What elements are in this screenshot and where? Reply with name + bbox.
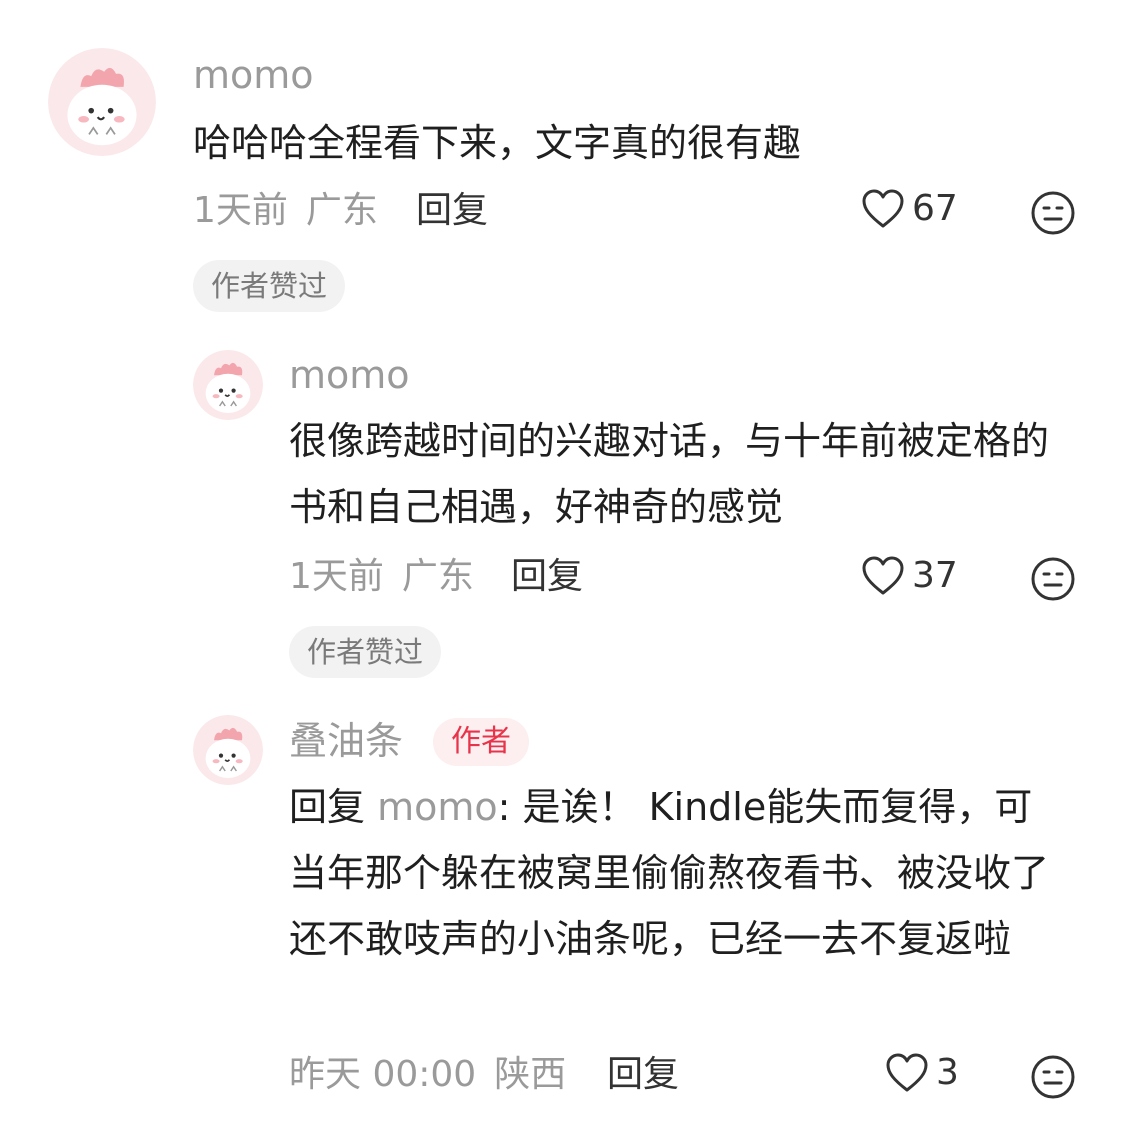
- author-tag: 作者: [433, 718, 529, 766]
- avatar[interactable]: [193, 715, 263, 785]
- like-button[interactable]: 67: [860, 188, 958, 230]
- reply-button[interactable]: 回复: [511, 559, 583, 595]
- neutral-face-icon: [1030, 1054, 1076, 1100]
- reply-button[interactable]: 回复: [607, 1057, 679, 1093]
- heart-outline-icon: [860, 555, 906, 597]
- comment-text: 很像跨越时间的兴趣对话，与十年前被定格的书和自己相遇，好神奇的感觉: [289, 419, 1050, 529]
- comment-time: 1天前: [289, 556, 384, 597]
- like-count: 3: [936, 1052, 959, 1093]
- author-liked-badge: 作者赞过: [193, 260, 346, 312]
- username[interactable]: momo: [289, 356, 410, 394]
- username[interactable]: momo: [193, 56, 314, 94]
- comment-meta: 1天前 广东: [193, 193, 378, 229]
- comment-text: 哈哈哈全程看下来，文字真的很有趣: [193, 121, 802, 165]
- comment-meta: 昨天 00:00 陕西: [289, 1057, 566, 1093]
- neutral-face-icon: [1030, 190, 1076, 236]
- author-liked-badge: 作者赞过: [289, 626, 442, 678]
- dislike-button[interactable]: [1030, 190, 1076, 236]
- reply-button[interactable]: 回复: [416, 193, 488, 229]
- comment-location: 广东: [401, 556, 474, 597]
- dislike-button[interactable]: [1030, 1054, 1076, 1100]
- like-button[interactable]: 3: [884, 1052, 959, 1094]
- like-button[interactable]: 37: [860, 555, 958, 597]
- like-count: 37: [912, 555, 958, 596]
- dislike-button[interactable]: [1030, 556, 1076, 602]
- heart-outline-icon: [860, 188, 906, 230]
- username[interactable]: 叠油条: [289, 722, 403, 760]
- comment-time: 1天前: [193, 190, 288, 231]
- comment-time: 昨天 00:00: [289, 1054, 477, 1095]
- avatar[interactable]: [193, 350, 263, 420]
- heart-outline-icon: [884, 1052, 930, 1094]
- comment-text: 回复 momo: 是诶！ Kindle能失而复得，可当年那个躲在被窝里偷偷熬夜看…: [289, 774, 1069, 972]
- like-count: 67: [912, 188, 958, 229]
- neutral-face-icon: [1030, 556, 1076, 602]
- comment-location: 陕西: [494, 1054, 567, 1095]
- comment-location: 广东: [305, 190, 378, 231]
- avatar[interactable]: [48, 48, 156, 156]
- reply-mention[interactable]: momo: [377, 785, 498, 829]
- reply-prefix: 回复: [289, 785, 378, 829]
- comment-meta: 1天前 广东: [289, 559, 474, 595]
